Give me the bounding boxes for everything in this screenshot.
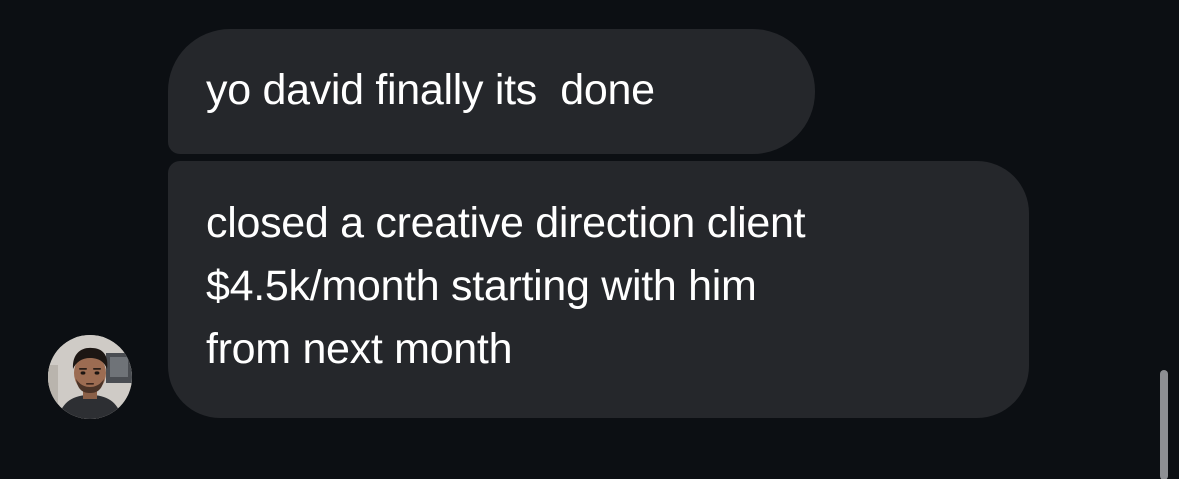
message-text-line: $4.5k/month starting with him	[206, 262, 757, 310]
sender-avatar[interactable]	[48, 335, 132, 419]
message-text: yo david finally its done	[206, 66, 655, 114]
message-text-line: from next month	[206, 325, 513, 373]
message-bubble[interactable]: yo david finally its done	[168, 29, 815, 154]
message-text-line: closed a creative direction client	[206, 199, 806, 247]
user-photo-icon	[48, 335, 132, 419]
message-bubble[interactable]: closed a creative direction client $4.5k…	[168, 161, 1029, 418]
chat-thread: yo david finally its done closed a creat…	[0, 0, 1179, 479]
scrollbar-thumb[interactable]	[1160, 370, 1168, 479]
